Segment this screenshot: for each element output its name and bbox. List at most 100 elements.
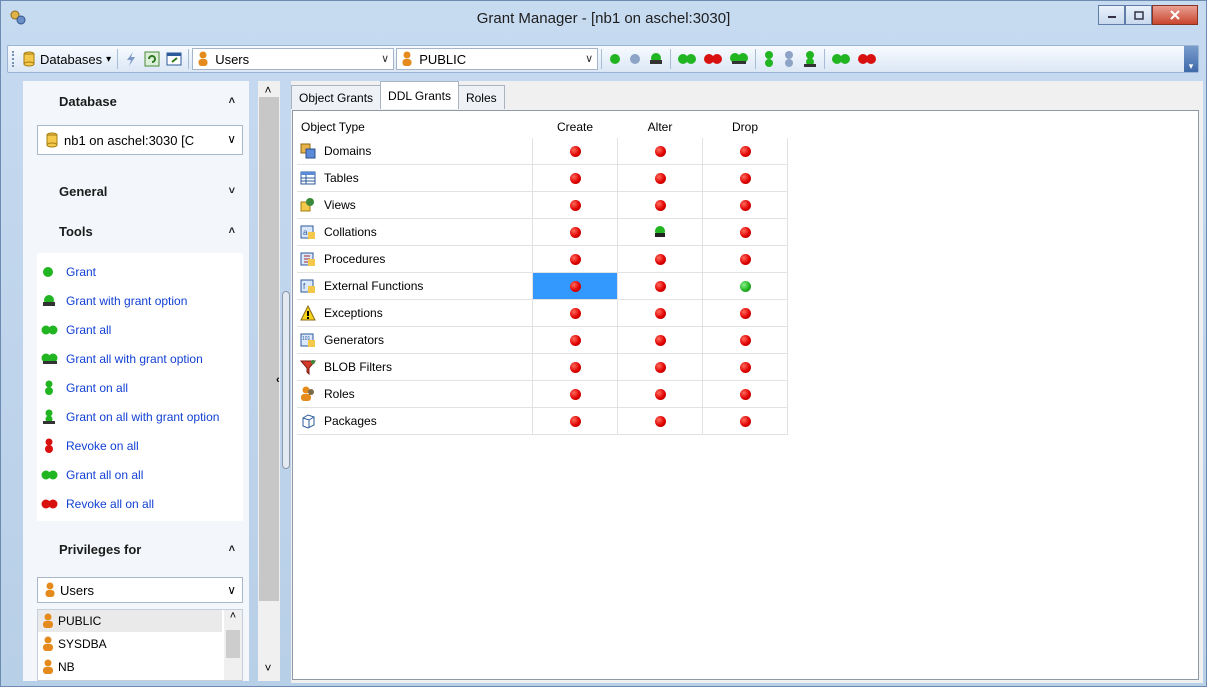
privilege-cell-drop[interactable] — [703, 354, 788, 381]
table-row[interactable]: Packages — [297, 408, 788, 435]
privilege-cell-alter[interactable] — [618, 408, 703, 435]
object-kind-select[interactable]: Users ∨ — [192, 48, 395, 70]
privilege-cell-create[interactable] — [533, 219, 618, 246]
privilege-cell-drop[interactable] — [703, 246, 788, 273]
panel-splitter-handle[interactable]: ‹ — [276, 291, 290, 469]
privilege-cell-drop[interactable] — [703, 273, 788, 300]
user-item-nb[interactable]: NB — [38, 656, 222, 678]
table-row[interactable]: Procedures — [297, 246, 788, 273]
tool-grant-all-on-all[interactable]: Grant all on all — [41, 465, 143, 485]
privilege-cell-alter[interactable] — [618, 327, 703, 354]
lightning-button[interactable] — [121, 48, 141, 70]
user-item-public[interactable]: PUBLIC — [38, 610, 222, 632]
grant-on-all-with-option-toolbar-button[interactable] — [799, 48, 821, 70]
object-type-cell[interactable]: a Collations — [297, 219, 533, 246]
tool-revoke-all-on-all[interactable]: Revoke all on all — [41, 494, 154, 514]
collapse-panel-icon[interactable]: ‹ — [276, 374, 280, 386]
column-header-create[interactable]: Create — [533, 117, 617, 137]
tool-grant-all-with-grant-option[interactable]: Grant all with grant option — [41, 349, 203, 369]
table-row[interactable]: a Collations — [297, 219, 788, 246]
privilege-cell-alter[interactable] — [618, 219, 703, 246]
database-section-header[interactable]: Database ˄ — [23, 83, 249, 119]
grant-with-option-toolbar-button[interactable] — [645, 48, 667, 70]
tool-grant[interactable]: Grant — [41, 262, 96, 282]
table-row[interactable]: f External Functions — [297, 273, 788, 300]
grant-toolbar-button[interactable] — [605, 48, 625, 70]
revoke-all-toolbar-button[interactable] — [700, 48, 726, 70]
tool-revoke-on-all[interactable]: Revoke on all — [41, 436, 139, 456]
object-type-cell[interactable]: Views — [297, 192, 533, 219]
column-header-drop[interactable]: Drop — [703, 117, 787, 137]
user-list-scrollbar[interactable]: ˄ — [224, 610, 242, 680]
scroll-down-icon[interactable]: ˅ — [258, 661, 278, 675]
scrollbar-thumb[interactable] — [226, 630, 240, 658]
grant-all-on-all-toolbar-button[interactable] — [828, 48, 854, 70]
table-row[interactable]: Tables — [297, 165, 788, 192]
object-type-cell[interactable]: Procedures — [297, 246, 533, 273]
privilege-cell-create[interactable] — [533, 273, 618, 300]
privilege-cell-drop[interactable] — [703, 165, 788, 192]
revoke-toolbar-button[interactable] — [625, 48, 645, 70]
grantee-select[interactable]: PUBLIC ∨ — [396, 48, 599, 70]
privilege-cell-drop[interactable] — [703, 327, 788, 354]
object-type-cell[interactable]: BLOB Filters — [297, 354, 533, 381]
tools-section-header[interactable]: Tools ˄ — [23, 213, 249, 249]
privilege-cell-create[interactable] — [533, 165, 618, 192]
refresh-button[interactable] — [141, 48, 163, 70]
grant-on-all-toolbar-button[interactable] — [759, 48, 779, 70]
column-header-alter[interactable]: Alter — [618, 117, 702, 137]
table-row[interactable]: Domains — [297, 138, 788, 165]
maximize-button[interactable] — [1125, 5, 1152, 25]
tab-object-grants[interactable]: Object Grants — [291, 85, 382, 109]
object-type-cell[interactable]: Exceptions — [297, 300, 533, 327]
databases-dropdown-button[interactable]: Databases ▾ — [20, 48, 114, 70]
privilege-cell-alter[interactable] — [618, 138, 703, 165]
toolbar-options-button[interactable]: ▾ — [1184, 46, 1198, 72]
privilege-cell-alter[interactable] — [618, 165, 703, 192]
privilege-cell-drop[interactable] — [703, 408, 788, 435]
privilege-cell-create[interactable] — [533, 354, 618, 381]
table-row[interactable]: Roles — [297, 381, 788, 408]
toolbar-grip[interactable] — [12, 51, 16, 67]
scroll-up-icon[interactable]: ˄ — [258, 83, 278, 97]
object-type-cell[interactable]: f External Functions — [297, 273, 533, 300]
privilege-cell-alter[interactable] — [618, 354, 703, 381]
privilege-cell-create[interactable] — [533, 300, 618, 327]
tool-grant-on-all[interactable]: Grant on all — [41, 378, 128, 398]
grant-all-toolbar-button[interactable] — [674, 48, 700, 70]
column-header-object-type[interactable]: Object Type — [301, 117, 531, 137]
table-row[interactable]: Views — [297, 192, 788, 219]
scroll-up-icon[interactable]: ˄ — [224, 610, 242, 622]
table-row[interactable]: Exceptions — [297, 300, 788, 327]
privilege-cell-drop[interactable] — [703, 300, 788, 327]
tool-grant-all[interactable]: Grant all — [41, 320, 111, 340]
user-item-sysdba[interactable]: SYSDBA — [38, 633, 222, 655]
revoke-all-on-all-toolbar-button[interactable] — [854, 48, 880, 70]
privileges-section-header[interactable]: Privileges for ˄ — [23, 531, 249, 567]
tab-roles[interactable]: Roles — [457, 85, 505, 109]
object-type-cell[interactable]: Tables — [297, 165, 533, 192]
privilege-cell-drop[interactable] — [703, 381, 788, 408]
privilege-cell-alter[interactable] — [618, 300, 703, 327]
scrollbar-track[interactable] — [259, 97, 279, 601]
privilege-cell-create[interactable] — [533, 381, 618, 408]
object-type-cell[interactable]: Roles — [297, 381, 533, 408]
database-select[interactable]: nb1 on aschel:3030 [C ∨ — [37, 125, 243, 155]
object-type-cell[interactable]: Packages — [297, 408, 533, 435]
new-window-button[interactable] — [163, 48, 185, 70]
tool-grant-with-grant-option[interactable]: Grant with grant option — [41, 291, 187, 311]
minimize-button[interactable] — [1098, 5, 1125, 25]
close-button[interactable] — [1152, 5, 1198, 25]
privilege-cell-drop[interactable] — [703, 192, 788, 219]
privilege-cell-alter[interactable] — [618, 273, 703, 300]
title-bar[interactable]: Grant Manager - [nb1 on aschel:3030] — [1, 1, 1206, 35]
privilege-cell-create[interactable] — [533, 327, 618, 354]
privilege-cell-alter[interactable] — [618, 246, 703, 273]
table-row[interactable]: BLOB Filters — [297, 354, 788, 381]
tool-grant-on-all-with-grant-option[interactable]: Grant on all with grant option — [41, 407, 219, 427]
privilege-cell-create[interactable] — [533, 246, 618, 273]
general-section-header[interactable]: General ˅ — [23, 173, 249, 209]
privileges-for-select[interactable]: Users ∨ — [37, 577, 243, 603]
privilege-cell-alter[interactable] — [618, 192, 703, 219]
table-row[interactable]: 101 Generators — [297, 327, 788, 354]
